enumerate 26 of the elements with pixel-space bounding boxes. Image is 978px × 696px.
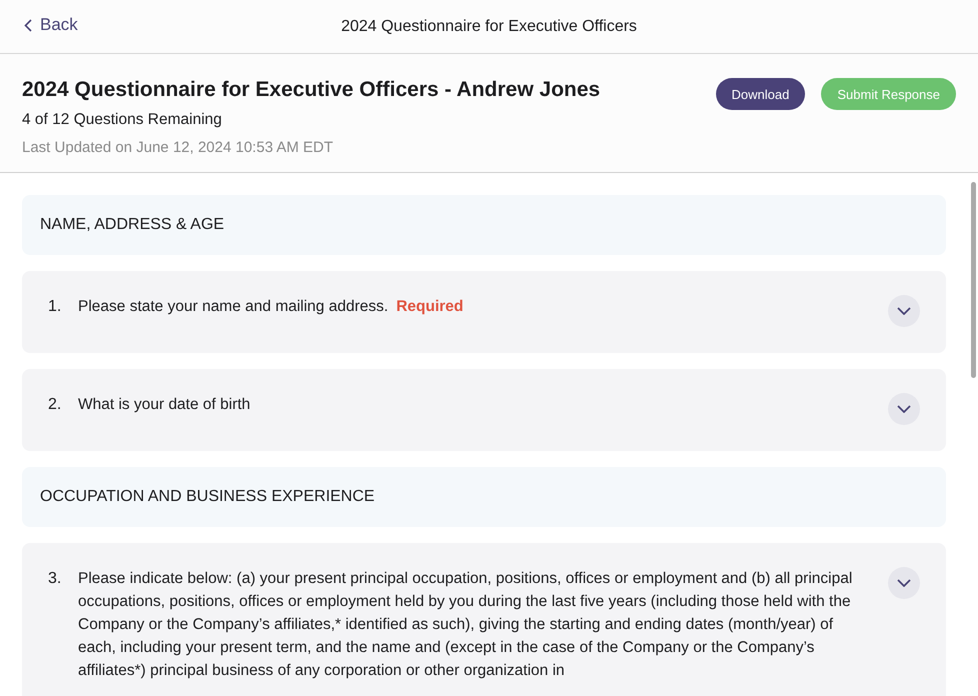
back-link[interactable]: Back (24, 15, 78, 35)
chevron-down-icon (897, 405, 911, 413)
expand-button[interactable] (888, 295, 920, 327)
question-text: What is your date of birth (78, 396, 250, 413)
expand-button[interactable] (888, 393, 920, 425)
last-updated: Last Updated on June 12, 2024 10:53 AM EDT (22, 139, 334, 156)
question-text: Please state your name and mailing address. (78, 298, 388, 315)
section-header: NAME, ADDRESS & AGE (22, 195, 946, 255)
questionnaire-title: 2024 Questionnaire for Executive Officers - Andrew Jones (22, 78, 600, 102)
remaining-count: 4 of 12 Questions Remaining (22, 111, 223, 129)
question-number: 1. (48, 297, 62, 317)
question-card[interactable]: 1. Please state your name and mailing address. Required (22, 271, 946, 353)
required-label: Required (396, 298, 464, 315)
question-card[interactable]: 2. What is your date of birth (22, 369, 946, 451)
section-header: OCCUPATION AND BUSINESS EXPERIENCE (22, 467, 946, 527)
question-card[interactable] (22, 543, 946, 696)
expand-button[interactable] (888, 567, 920, 599)
chevron-down-icon (897, 307, 911, 315)
download-button[interactable]: Download (716, 78, 806, 110)
chevron-down-icon (897, 579, 911, 587)
page-title: 2024 Questionnaire for Executive Officers (341, 18, 637, 36)
chevron-left-icon (24, 18, 32, 32)
scrollbar[interactable] (971, 182, 976, 378)
question-number: 3. (48, 569, 62, 589)
question-text: Please indicate below: (a) your present principal occupation, positions, offices or employment and (b) all principal occupations, positions, offices or employment held by you during the last five years (including those held with the Company or the Company’s affiliates,* identified as such), giving the starting and ending dates (month/year) of each, including your present term, and the name and (except in the case of the Company or the Company’s affiliates*) principal business of any corporation or other organization in (78, 570, 852, 679)
question-number: 2. (48, 395, 62, 415)
